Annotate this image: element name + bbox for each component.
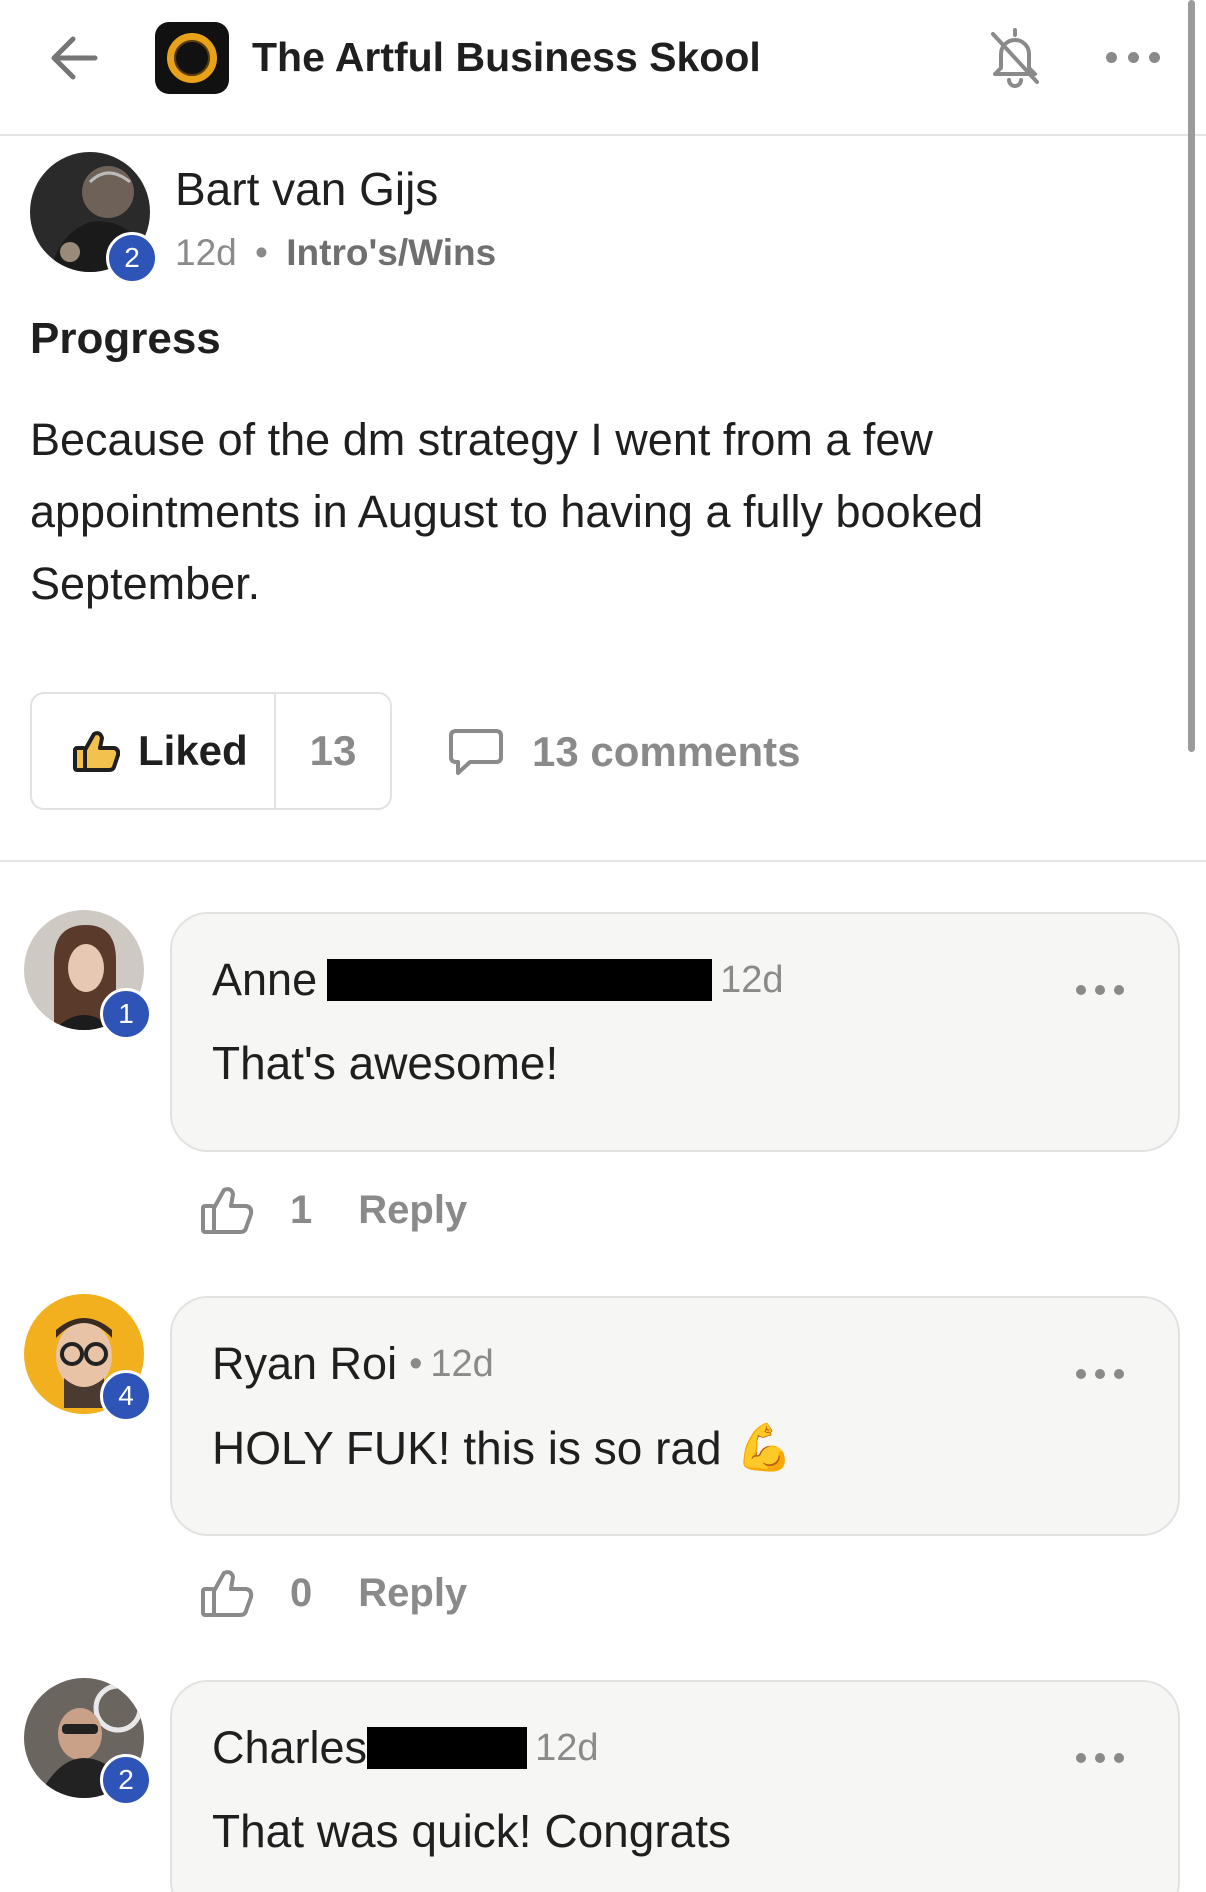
dot	[1106, 51, 1117, 63]
post-time: 12d	[175, 232, 237, 273]
reply-button[interactable]: Reply	[358, 1188, 467, 1233]
arrow-left-icon	[51, 36, 98, 80]
back-button[interactable]	[44, 28, 104, 88]
post-body: Because of the dm strategy I went from a…	[30, 414, 984, 609]
author-level-badge: 2	[106, 232, 158, 284]
comment-more-button[interactable]	[1076, 1748, 1124, 1768]
thumbs-up-filled-icon	[73, 731, 120, 772]
comment-header: Ryan Roi • 12d	[212, 1338, 494, 1390]
commenter-name[interactable]: Ryan Roi	[212, 1338, 397, 1390]
commenter-name[interactable]: Anne	[212, 954, 317, 1006]
comment-header: Charles 12d	[212, 1722, 598, 1774]
post-author-name[interactable]: Bart van Gijs	[175, 162, 438, 216]
comment-text-row: HOLY FUK! this is so rad 💪	[212, 1420, 793, 1475]
meta-separator: •	[409, 1342, 423, 1385]
like-control: Liked 13	[30, 692, 392, 810]
dot	[1127, 51, 1139, 63]
commenter-name[interactable]: Charles	[212, 1722, 367, 1774]
comment-more-button[interactable]	[1076, 1364, 1124, 1384]
scrollbar[interactable]	[1188, 0, 1195, 752]
comment-text: That was quick! Congrats	[212, 1805, 732, 1857]
post-screen: The Artful Business Skool 2 Bart van Gij…	[0, 0, 1206, 1892]
comments-count-label: 13 comments	[532, 728, 801, 775]
divider	[0, 860, 1206, 862]
dot	[1076, 1753, 1086, 1763]
post-meta: 12d • Intro's/Wins	[175, 232, 496, 274]
commenter-level-badge: 4	[100, 1370, 152, 1422]
comment-text: HOLY FUK! this is so rad	[212, 1421, 722, 1474]
thumbs-up-icon[interactable]	[200, 1184, 254, 1236]
reply-button[interactable]: Reply	[358, 1571, 467, 1616]
top-app-bar: The Artful Business Skool	[0, 0, 1206, 136]
thumbs-up-icon[interactable]	[200, 1567, 254, 1619]
dot	[1114, 1753, 1124, 1763]
comment-time: 12d	[720, 958, 784, 1001]
comment-bubble: Anne 12d That's awesome!	[170, 912, 1180, 1152]
comment-header: Anne 12d	[212, 954, 784, 1006]
dot	[1076, 985, 1086, 995]
commenter-level-badge: 1	[100, 988, 152, 1040]
group-title[interactable]: The Artful Business Skool	[252, 34, 761, 81]
like-button[interactable]: Liked	[32, 694, 276, 808]
dot	[1076, 1369, 1086, 1379]
dot	[1114, 985, 1124, 995]
comment-actions: 0 Reply	[200, 1558, 467, 1628]
commenter-level-badge: 2	[100, 1754, 152, 1806]
redaction-bar	[367, 1727, 528, 1769]
comment-bubble-icon	[449, 729, 503, 775]
like-label: Liked	[138, 727, 248, 774]
post-title: Progress	[30, 314, 221, 363]
bell-off-icon	[991, 28, 1039, 88]
dot	[1114, 1369, 1124, 1379]
comment-bubble: Ryan Roi • 12d HOLY FUK! this is so rad …	[170, 1296, 1180, 1536]
notification-toggle-button[interactable]	[985, 24, 1045, 90]
meta-separator: •	[255, 232, 268, 273]
comment-more-button[interactable]	[1076, 980, 1124, 1000]
flexed-biceps-emoji: 💪	[735, 1421, 793, 1473]
comment-time: 12d	[535, 1726, 599, 1769]
redaction-bar	[327, 959, 713, 1001]
comment-time: 12d	[430, 1342, 494, 1385]
comments-link[interactable]: 13 comments	[448, 722, 800, 782]
comment-bubble: Charles 12d That was quick! Congrats	[170, 1680, 1180, 1892]
comment-like-count: 1	[290, 1187, 313, 1232]
comment-like-count: 0	[290, 1570, 313, 1615]
post-category[interactable]: Intro's/Wins	[286, 232, 496, 273]
dot	[1149, 51, 1160, 63]
logo-ring-icon	[167, 33, 217, 83]
group-logo[interactable]	[155, 22, 229, 94]
dot	[1095, 1369, 1105, 1379]
dot	[1095, 985, 1105, 995]
like-count[interactable]: 13	[276, 694, 390, 808]
dot	[1095, 1753, 1105, 1763]
more-options-button[interactable]	[1106, 44, 1160, 70]
comment-text: That's awesome!	[212, 1037, 559, 1089]
comment-actions: 1 Reply	[200, 1175, 467, 1245]
